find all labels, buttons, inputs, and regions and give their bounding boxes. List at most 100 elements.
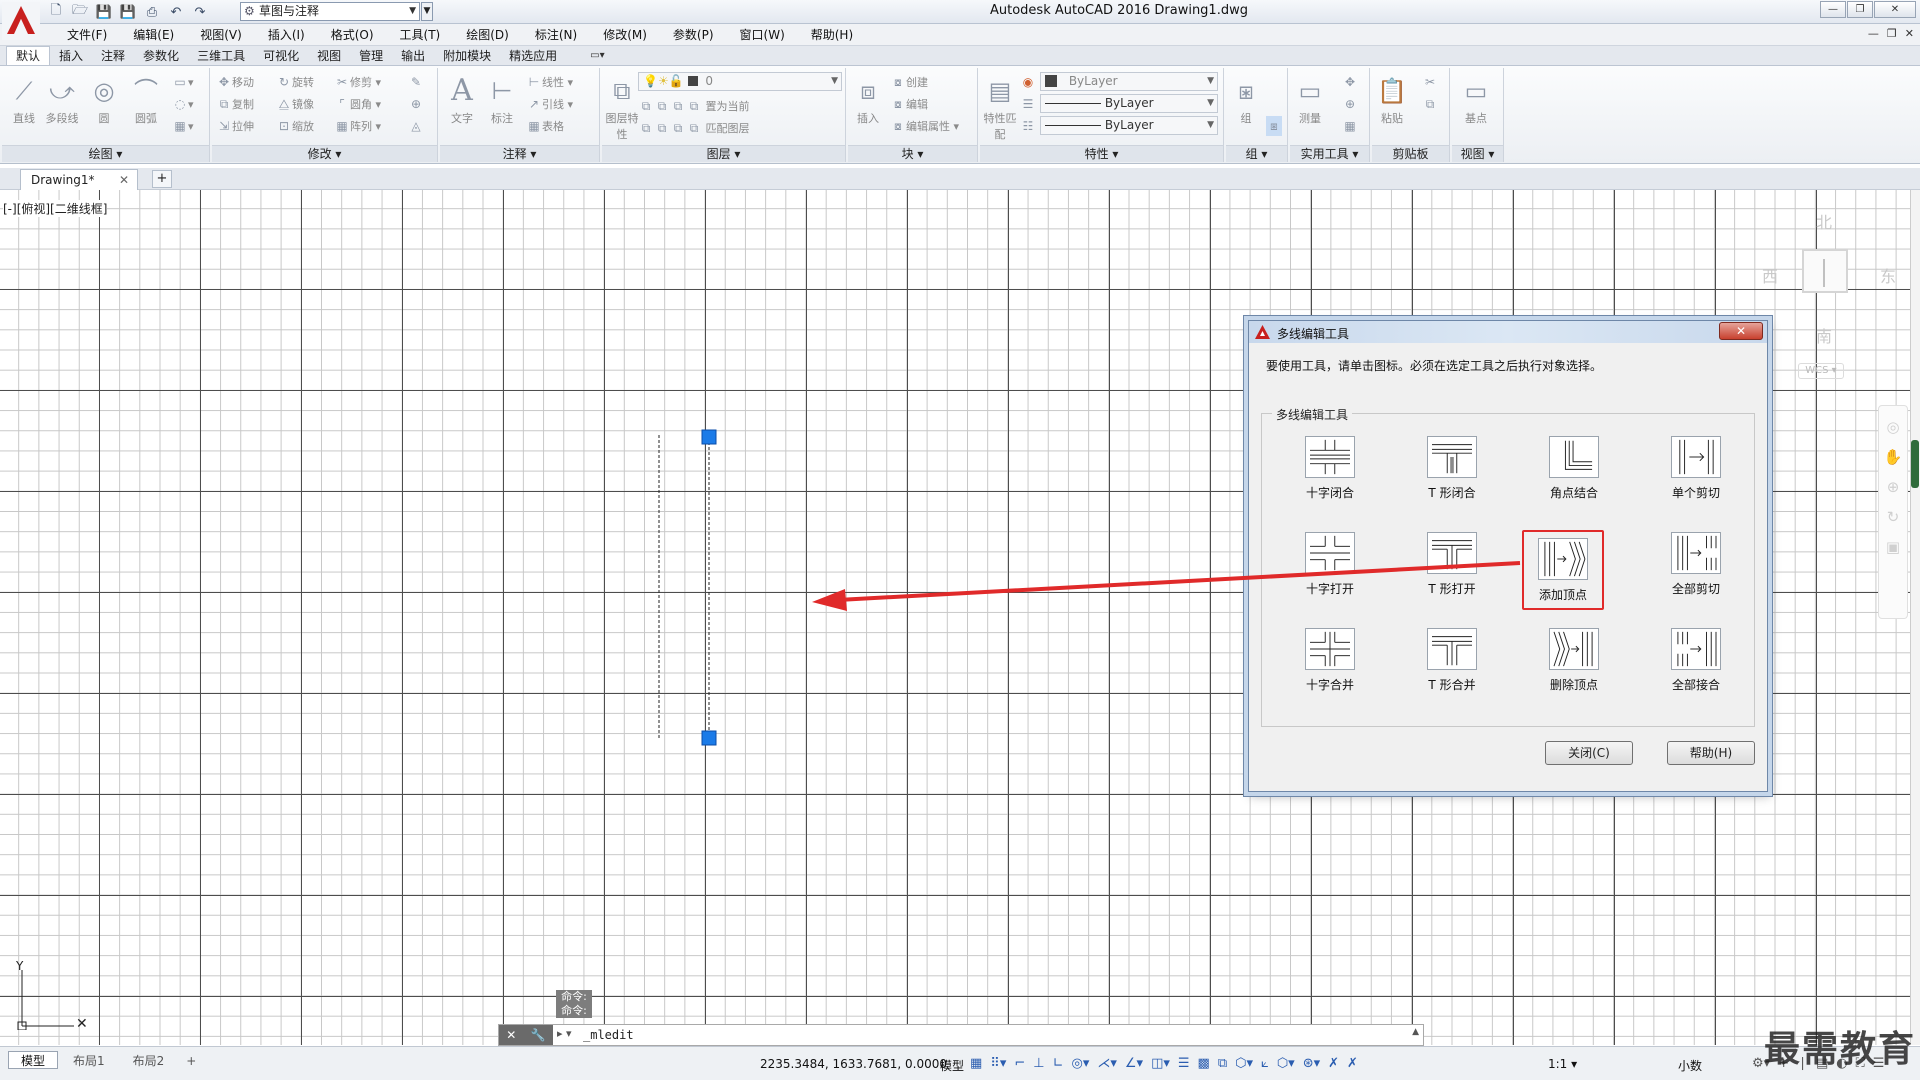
vertical-scrollbar[interactable] [1910,190,1920,1045]
layer-properties-button[interactable]: ⧉ 图层特性 [602,74,642,142]
utility-icon-1[interactable]: ✥ [1342,72,1358,92]
color-select[interactable]: ByLayer ▼ [1040,72,1218,91]
transparency-icon[interactable]: ▩ [1198,1056,1210,1071]
dialog-title-bar[interactable]: 多线编辑工具 ✕ [1249,321,1767,343]
layer-tools-row-1[interactable]: ⧉ ⧉ ⧉ ⧉ 置为当前 [638,96,750,116]
create-block-button[interactable]: ⧇ 创建 [890,72,928,92]
tool-closed-cross[interactable]: 十字闭合 [1280,436,1380,510]
steering-wheel-icon[interactable]: ◎ [1879,418,1907,436]
arc-button[interactable]: ⌒ 圆弧 [128,74,164,126]
autocad-logo-icon[interactable] [2,2,40,40]
tool-open-cross[interactable]: 十字打开 [1280,532,1380,606]
measure-button[interactable]: ▭ 测量 [1292,74,1328,126]
menu-format[interactable]: 格式(O) [318,27,387,43]
edit-attributes-button[interactable]: ⧇ 编辑属性 ▾ [890,116,959,136]
wrench-icon[interactable]: 🔧 [531,1028,546,1042]
file-tab-drawing1[interactable]: Drawing1* ✕ [20,169,138,190]
menu-tools[interactable]: 工具(T) [387,27,454,43]
tool-cut-all[interactable]: 全部剪切 [1646,532,1746,606]
selection-filter-icon[interactable]: ⬡▾ [1277,1056,1295,1071]
linetype-list-icon[interactable]: ☰ [1020,94,1036,114]
tab-layout2[interactable]: 布局2 [120,1051,178,1069]
trim-button[interactable]: ✂ 修剪 ▾ [334,72,381,92]
viewcube-north[interactable]: 北 [1816,209,1832,233]
close-button[interactable]: 关闭(C) [1545,741,1633,765]
array-draw-icon[interactable]: ▦ ▾ [172,116,193,136]
hatch-icon[interactable]: ◌ ▾ [172,94,194,114]
menu-file[interactable]: 文件(F) [54,27,120,43]
paste-button[interactable]: 📋 粘贴 [1374,74,1410,126]
tab-output[interactable]: 输出 [392,47,434,65]
redo-icon[interactable]: ↷ [190,3,210,21]
open-file-icon[interactable]: 🗁 [70,3,90,21]
leader-button[interactable]: ↗ 引线 ▾ [526,94,573,114]
rotate-button[interactable]: ↻ 旋转 [276,72,314,92]
group-button[interactable]: ⧆ 组 [1228,74,1264,126]
panel-properties-title[interactable]: 特性 ▾ [980,145,1223,162]
viewcube-east[interactable]: 东 [1880,263,1896,287]
edit-block-button[interactable]: ⧇ 编辑 [890,94,928,114]
tab-addins[interactable]: 附加模块 [434,47,500,65]
units-display[interactable]: 小数 [1678,1057,1702,1074]
viewcube-west[interactable]: 西 [1762,263,1778,287]
add-layout-button[interactable]: + [179,1051,203,1069]
menu-draw[interactable]: 绘图(D) [453,27,522,43]
auto-scale-icon[interactable]: ✗ [1347,1056,1358,1071]
wcs-menu[interactable]: WCS ▾ [1798,363,1844,379]
pan-icon[interactable]: ✋ [1879,448,1907,466]
tool-merged-tee[interactable]: T 形合并 [1402,628,1502,702]
viewcube-face-top[interactable] [1802,249,1848,293]
panel-layers-title[interactable]: 图层 ▾ [602,145,845,162]
array-button[interactable]: ▦ 阵列 ▾ [334,116,381,136]
object-snap-icon[interactable]: ◫▾ [1151,1056,1170,1071]
calculator-icon[interactable]: ▦ [1342,116,1358,136]
annotation-scale[interactable]: 1:1 ▾ [1548,1057,1577,1071]
ortho-icon[interactable]: ∟ [1053,1056,1064,1071]
dialog-close-button[interactable]: ✕ [1719,322,1763,340]
match-properties-button[interactable]: ▤ 特性匹配 [982,74,1018,142]
menu-modify[interactable]: 修改(M) [590,27,660,43]
close-icon[interactable]: ✕ [506,1028,516,1042]
insert-block-button[interactable]: ⧈ 插入 [850,74,886,126]
tab-manage[interactable]: 管理 [350,47,392,65]
panel-groups-title[interactable]: 组 ▾ [1226,145,1287,162]
save-as-icon[interactable]: 💾 [118,3,138,21]
panel-draw-title[interactable]: 绘图 ▾ [2,145,209,162]
object-snap-tracking-icon[interactable]: ∠▾ [1125,1056,1143,1071]
polyline-button[interactable]: ⤻ 多段线 [44,74,80,126]
3d-osnap-icon[interactable]: ⬡▾ [1235,1056,1253,1071]
tab-3d-tools[interactable]: 三维工具 [188,47,254,65]
tab-layout1[interactable]: 布局1 [60,1051,118,1069]
line-button[interactable]: ⟋ 直线 [6,74,42,126]
tab-view[interactable]: 视图 [308,47,350,65]
undo-icon[interactable]: ↶ [166,3,186,21]
menu-edit[interactable]: 编辑(E) [120,27,187,43]
zoom-icon[interactable]: ⊕ [1879,478,1907,496]
base-view-button[interactable]: ▭ 基点 [1458,74,1494,126]
tab-annotate[interactable]: 注释 [92,47,134,65]
panel-view-title[interactable]: 视图 ▾ [1452,145,1503,162]
tool-open-tee[interactable]: T 形打开 [1402,532,1502,606]
tool-delete-vertex[interactable]: 删除顶点 [1524,628,1624,702]
viewcube-south[interactable]: 南 [1816,323,1832,347]
stretch-button[interactable]: ⇲ 拉伸 [216,116,254,136]
tool-add-vertex[interactable]: 添加顶点 [1522,530,1604,610]
menu-window[interactable]: 窗口(W) [727,27,798,43]
linetype-select[interactable]: ByLayer ▼ [1040,94,1218,113]
workspace-select[interactable]: ⚙ 草图与注释 ▼ [240,2,420,21]
showmotion-icon[interactable]: ▣ [1879,538,1907,556]
tool-weld-all[interactable]: 全部接合 [1646,628,1746,702]
tab-insert[interactable]: 插入 [50,47,92,65]
layer-tools-row-2[interactable]: ⧉ ⧉ ⧉ ⧉ 匹配图层 [638,118,750,138]
copy-button[interactable]: ⧉ 复制 [216,94,254,114]
polar-icon[interactable]: ◎▾ [1071,1056,1089,1071]
scale-button[interactable]: ⊡ 缩放 [276,116,314,136]
erase-icon[interactable]: ✎ [408,72,424,92]
maximize-button[interactable]: ❐ [1847,1,1873,18]
utility-icon-2[interactable]: ⊕ [1342,94,1358,114]
rectangle-icon[interactable]: ▭ ▾ [172,72,193,92]
close-icon[interactable]: ✕ [119,170,129,190]
model-space-toggle[interactable]: 模型 [940,1057,964,1074]
doc-restore-button[interactable]: ❐ [1887,27,1897,40]
tab-featured-apps[interactable]: 精选应用 [500,47,566,65]
